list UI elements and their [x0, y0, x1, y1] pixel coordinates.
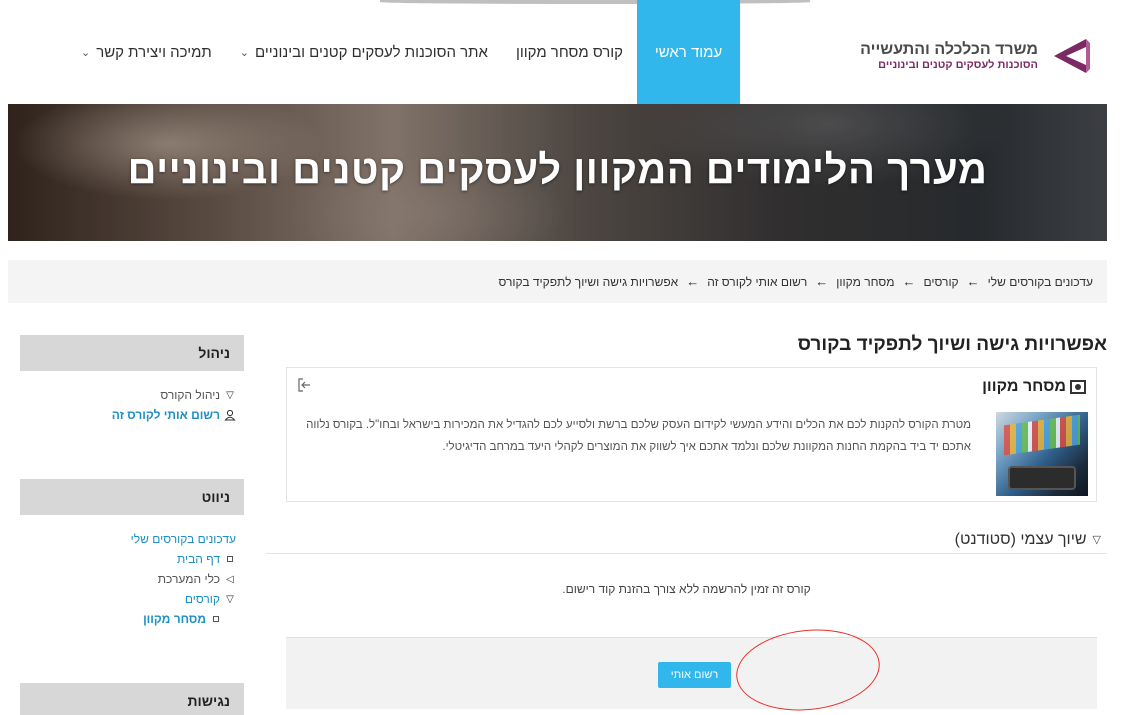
- tree-item-label: עדכונים בקורסים שלי: [130, 532, 236, 546]
- tree-item-label: ניהול הקורס: [160, 388, 220, 402]
- nav-item-support-contact[interactable]: תמיכה ויצירת קשר ⌄: [67, 0, 226, 104]
- square-bullet-icon: [213, 616, 219, 622]
- nav-item-label: עמוד ראשי: [654, 43, 723, 61]
- admin-block: ניהול ▽ ניהול הקורס רשום אותי לקורס זה: [20, 335, 244, 479]
- nav-item-home[interactable]: עמוד ראשי: [637, 0, 740, 104]
- arrow-left-icon: ←: [686, 274, 700, 289]
- course-name-link[interactable]: מסחר מקוון: [982, 378, 1086, 396]
- nav-item-agency-site[interactable]: אתר הסוכנות לעסקים קטנים ובינוניים ⌄: [226, 0, 502, 104]
- accessibility-block-title: נגישות: [20, 683, 244, 715]
- brand-logo-link[interactable]: משרד הכלכלה והתעשייה הסוכנות לעסקים קטני…: [860, 32, 1092, 80]
- user-icon: [224, 409, 236, 421]
- ministry-logo-icon: [1054, 39, 1090, 73]
- self-enrol-note: קורס זה זמין להרשמה ללא צורך בהזנת קוד ר…: [562, 582, 811, 596]
- course-thumbnail: [996, 412, 1088, 496]
- arrow-left-icon: ←: [815, 274, 829, 289]
- admin-block-title: ניהול: [20, 335, 244, 371]
- breadcrumb-item-online-commerce[interactable]: מסחר מקוון: [836, 275, 894, 289]
- banner-title: מערך הלימודים המקוון לעסקים קטנים ובינונ…: [127, 148, 988, 192]
- tree-item-label: קורסים: [184, 592, 220, 606]
- self-enrol-section: ▽ שיוך עצמי (סטודנט) קורס זה זמין להרשמה…: [266, 526, 1107, 709]
- chevron-down-icon: ⌄: [80, 46, 91, 59]
- navigation-block-title: ניווט: [20, 479, 244, 515]
- self-enrol-footer: רשום אותי: [286, 637, 1097, 709]
- tree-item-home[interactable]: דף הבית: [20, 549, 236, 569]
- arrow-left-icon: ←: [902, 274, 916, 289]
- triangle-down-icon: ▽: [226, 593, 234, 605]
- tree-item-courses[interactable]: ▽ קורסים: [20, 589, 236, 609]
- navigation-block-body: עדכונים בקורסים שלי דף הבית ◁ כלי המערכת…: [20, 515, 244, 683]
- top-navbar: משרד הכלכלה והתעשייה הסוכנות לעסקים קטני…: [0, 0, 1122, 104]
- triangle-down-icon: ▽: [1092, 534, 1101, 546]
- brand-text: משרד הכלכלה והתעשייה הסוכנות לעסקים קטני…: [860, 41, 1038, 72]
- course-summary: מטרת הקורס להקנות לכם את הכלים והידע המע…: [306, 419, 971, 453]
- nav-item-label: אתר הסוכנות לעסקים קטנים ובינוניים: [255, 43, 488, 61]
- navigation-block: ניווט עדכונים בקורסים שלי דף הבית ◁ כלי …: [20, 479, 244, 683]
- chevron-down-icon: ⌄: [239, 46, 250, 59]
- tree-item-label: כלי המערכת: [157, 572, 220, 586]
- enrol-sign-in-icon[interactable]: [297, 378, 311, 395]
- sign-in-icon: [298, 378, 310, 392]
- tree-item-label: רשום אותי לקורס זה: [111, 408, 220, 422]
- course-image-icon: [1070, 380, 1086, 394]
- tree-item-my-courses[interactable]: עדכונים בקורסים שלי: [20, 529, 236, 549]
- breadcrumb-item-enrol-me[interactable]: רשום אותי לקורס זה: [707, 275, 807, 289]
- page-title: אפשרויות גישה ושיוך לתפקיד בקורס: [797, 334, 1107, 355]
- brand-title: משרד הכלכלה והתעשייה: [860, 40, 1038, 58]
- triangle-left-icon: ◁: [226, 573, 234, 585]
- self-enrol-header[interactable]: ▽ שיוך עצמי (סטודנט): [266, 526, 1107, 554]
- breadcrumb-item-current: אפשרויות גישה ושיוך לתפקיד בקורס: [498, 274, 679, 289]
- hero-banner: מערך הלימודים המקוון לעסקים קטנים ובינונ…: [8, 104, 1107, 241]
- triangle-down-icon: ▽: [226, 389, 234, 401]
- main-menu: עמוד ראשי קורס מסחר מקוון אתר הסוכנות לע…: [67, 0, 740, 104]
- course-name: מסחר מקוון: [982, 378, 1066, 395]
- nav-item-label: קורס מסחר מקוון: [515, 43, 623, 61]
- breadcrumb-item-my-courses[interactable]: עדכונים בקורסים שלי: [988, 275, 1093, 289]
- nav-item-online-commerce-course[interactable]: קורס מסחר מקוון: [502, 0, 637, 104]
- tree-item-enrol-me[interactable]: רשום אותי לקורס זה: [20, 405, 236, 425]
- arrow-left-icon: ←: [966, 274, 980, 289]
- tree-item-system-tools[interactable]: ◁ כלי המערכת: [20, 569, 236, 589]
- tree-item-online-commerce[interactable]: מסחר מקוון: [20, 609, 236, 629]
- breadcrumb-item-courses[interactable]: קורסים: [924, 275, 959, 289]
- admin-block-body: ▽ ניהול הקורס רשום אותי לקורס זה: [20, 371, 244, 479]
- tree-item-label: דף הבית: [176, 552, 220, 566]
- tree-item-course-admin[interactable]: ▽ ניהול הקורס: [20, 385, 236, 405]
- tree-item-label: מסחר מקוון: [143, 612, 206, 626]
- breadcrumb: עדכונים בקורסים שלי ← קורסים ← מסחר מקוו…: [8, 260, 1107, 303]
- course-info-box: מסחר מקוון מטרת הקורס להקנות לכם את הכלי…: [286, 367, 1097, 502]
- accessibility-block: נגישות: [20, 683, 244, 715]
- left-sidebar: ניהול ▽ ניהול הקורס רשום אותי לקורס זה נ…: [20, 335, 244, 715]
- square-bullet-icon: [227, 556, 233, 562]
- self-enrol-title: שיוך עצמי (סטודנט): [954, 530, 1087, 548]
- brand-subtitle: הסוכנות לעסקים קטנים ובינוניים: [878, 58, 1038, 71]
- enrol-me-button[interactable]: רשום אותי: [658, 662, 731, 688]
- nav-item-label: תמיכה ויצירת קשר: [96, 43, 212, 61]
